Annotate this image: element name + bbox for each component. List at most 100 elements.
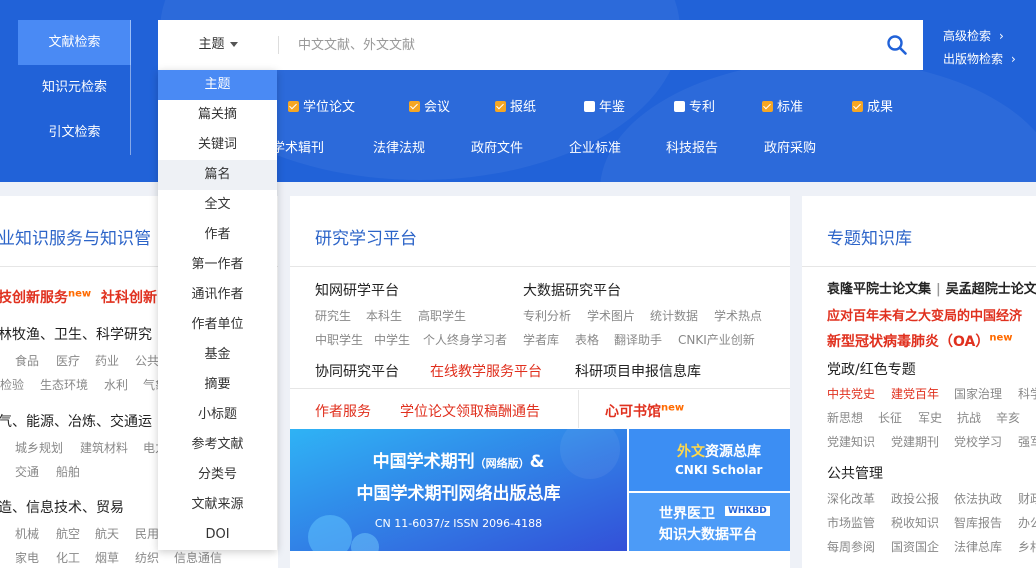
nav-knowledge-search[interactable]: 知识元检索	[18, 65, 131, 110]
topic-item[interactable]: 国家治理	[954, 385, 1002, 402]
industry-item[interactable]: 航天	[95, 525, 119, 542]
platform-audience[interactable]: 个人终身学习者	[423, 331, 507, 348]
dropdown-option[interactable]: 篇关摘	[158, 100, 277, 130]
checkbox[interactable]	[288, 101, 299, 112]
topic-item[interactable]: 深化改革	[827, 490, 875, 507]
filter-standard[interactable]: 标准	[762, 96, 803, 115]
checkbox[interactable]	[674, 101, 685, 112]
industry-item[interactable]: 航空	[56, 525, 80, 542]
platform-tool[interactable]: 学术热点	[714, 307, 762, 324]
topic-item[interactable]: 新思想	[827, 409, 863, 426]
industry-item[interactable]: 机械	[15, 525, 39, 542]
tech-innovation-link[interactable]: 技创新服务new	[0, 287, 91, 307]
social-innovation-link[interactable]: 社科创新	[101, 287, 157, 307]
platform-tool[interactable]: 统计数据	[650, 307, 698, 324]
checkbox[interactable]	[495, 101, 506, 112]
dropdown-option[interactable]: 第一作者	[158, 250, 277, 280]
topic-item[interactable]: 税收知识	[891, 514, 939, 531]
platform-audience[interactable]: 中职学生	[315, 331, 363, 348]
industry-item[interactable]: 化工	[56, 549, 80, 566]
industry-item[interactable]: 家电	[15, 549, 39, 566]
topic-item[interactable]: 政投公报	[891, 490, 939, 507]
dropdown-option[interactable]: 通讯作者	[158, 280, 277, 310]
nav-citation-search[interactable]: 引文检索	[18, 110, 131, 155]
topic-item[interactable]: 法律总库	[954, 538, 1002, 555]
topic-item[interactable]: 每周参阅	[827, 538, 875, 555]
cnki-study-platform[interactable]: 知网研学平台	[315, 280, 399, 300]
filter-conference[interactable]: 会议	[409, 96, 450, 115]
checkbox[interactable]	[762, 101, 773, 112]
topic-item[interactable]: 党建知识	[827, 433, 875, 450]
topic-item[interactable]: 强军	[1018, 433, 1036, 450]
project-info-db[interactable]: 科研项目申报信息库	[575, 361, 701, 381]
online-teaching-platform[interactable]: 在线教学服务平台	[430, 361, 542, 381]
filter-achievement[interactable]: 成果	[852, 96, 893, 115]
topic-item[interactable]: 依法执政	[954, 490, 1002, 507]
dropdown-option[interactable]: 基金	[158, 340, 277, 370]
economy-topic-link[interactable]: 应对百年未有之大变局的中国经济	[827, 305, 1022, 324]
thesis-royalty-notice[interactable]: 学位论文领取稿酬通告	[400, 401, 540, 421]
topic-item[interactable]: 市场监管	[827, 514, 875, 531]
platform-tool[interactable]: CNKI产业创新	[678, 331, 755, 348]
advanced-search-link[interactable]: 高级检索 ›	[943, 27, 1004, 44]
link-academic-series[interactable]: 学术辑刊	[272, 137, 324, 156]
industry-item[interactable]: 食品	[15, 352, 39, 369]
filter-thesis[interactable]: 学位论文	[288, 96, 355, 115]
industry-item[interactable]: 建筑材料	[80, 439, 128, 456]
platform-tool[interactable]: 学术图片	[587, 307, 635, 324]
topic-item[interactable]: 辛亥	[996, 409, 1020, 426]
topic-item[interactable]: 办公	[1018, 514, 1036, 531]
industry-item[interactable]: 生态环境	[40, 376, 88, 393]
link-gov-documents[interactable]: 政府文件	[471, 137, 523, 156]
topic-item[interactable]: 长征	[878, 409, 902, 426]
filter-patent[interactable]: 专利	[674, 96, 715, 115]
filter-yearbook[interactable]: 年鉴	[584, 96, 625, 115]
topic-item[interactable]: 党建期刊	[891, 433, 939, 450]
topic-item[interactable]: 乡村	[1018, 538, 1036, 555]
topic-item[interactable]: 科学	[1018, 385, 1036, 402]
topic-item[interactable]: 建党百年	[891, 385, 939, 402]
dropdown-option[interactable]: 关键词	[158, 130, 277, 160]
topic-item[interactable]: 国资国企	[891, 538, 939, 555]
platform-audience[interactable]: 中学生	[374, 331, 410, 348]
industry-item[interactable]: 烟草	[95, 549, 119, 566]
foreign-resource-banner[interactable]: 外文资源总库 CNKI Scholar	[629, 429, 790, 491]
dropdown-option[interactable]: 作者	[158, 220, 277, 250]
dropdown-option[interactable]: 作者单位	[158, 310, 277, 340]
industry-item[interactable]: 船舶	[56, 463, 80, 480]
platform-tool[interactable]: 学者库	[523, 331, 559, 348]
industry-item[interactable]: 医疗	[56, 352, 80, 369]
big-data-platform[interactable]: 大数据研究平台	[523, 280, 621, 300]
link-enterprise-standards[interactable]: 企业标准	[569, 137, 621, 156]
xinke-bookstore-link[interactable]: 心可书馆new	[605, 401, 684, 421]
topic-item[interactable]: 党校学习	[954, 433, 1002, 450]
platform-tool[interactable]: 专利分析	[523, 307, 571, 324]
checkbox[interactable]	[409, 101, 420, 112]
topic-item[interactable]: 中共党史	[827, 385, 875, 402]
platform-audience[interactable]: 研究生	[315, 307, 351, 324]
dropdown-option[interactable]: 全文	[158, 190, 277, 220]
industry-item[interactable]: 信息通信	[174, 549, 222, 566]
collab-platform[interactable]: 协同研究平台	[315, 361, 399, 381]
checkbox[interactable]	[584, 101, 595, 112]
author-service-link[interactable]: 作者服务	[315, 401, 371, 421]
dropdown-option[interactable]: 摘要	[158, 370, 277, 400]
dropdown-option[interactable]: 参考文献	[158, 430, 277, 460]
academic-journal-banner[interactable]: 中国学术期刊（网络版）& 中国学术期刊网络出版总库 CN 11-6037/z I…	[290, 429, 627, 551]
publication-search-link[interactable]: 出版物检索 ›	[943, 50, 1016, 67]
industry-item[interactable]: 水利	[104, 376, 128, 393]
dropdown-option[interactable]: 小标题	[158, 400, 277, 430]
link-tech-reports[interactable]: 科技报告	[666, 137, 718, 156]
dropdown-option-title[interactable]: 篇名	[158, 160, 277, 190]
collection-link[interactable]: 袁隆平院士论文集 | 吴孟超院士论文	[827, 278, 1036, 297]
dropdown-option[interactable]: 分类号	[158, 460, 277, 490]
platform-audience[interactable]: 高职学生	[418, 307, 466, 324]
dropdown-option[interactable]: 文献来源	[158, 490, 277, 520]
platform-tool[interactable]: 表格	[575, 331, 599, 348]
platform-audience[interactable]: 本科生	[366, 307, 402, 324]
search-icon[interactable]	[885, 33, 909, 57]
search-input[interactable]	[298, 30, 858, 60]
industry-item[interactable]: 检验	[0, 376, 24, 393]
topic-item[interactable]: 财政	[1018, 490, 1036, 507]
topic-item[interactable]: 智库报告	[954, 514, 1002, 531]
